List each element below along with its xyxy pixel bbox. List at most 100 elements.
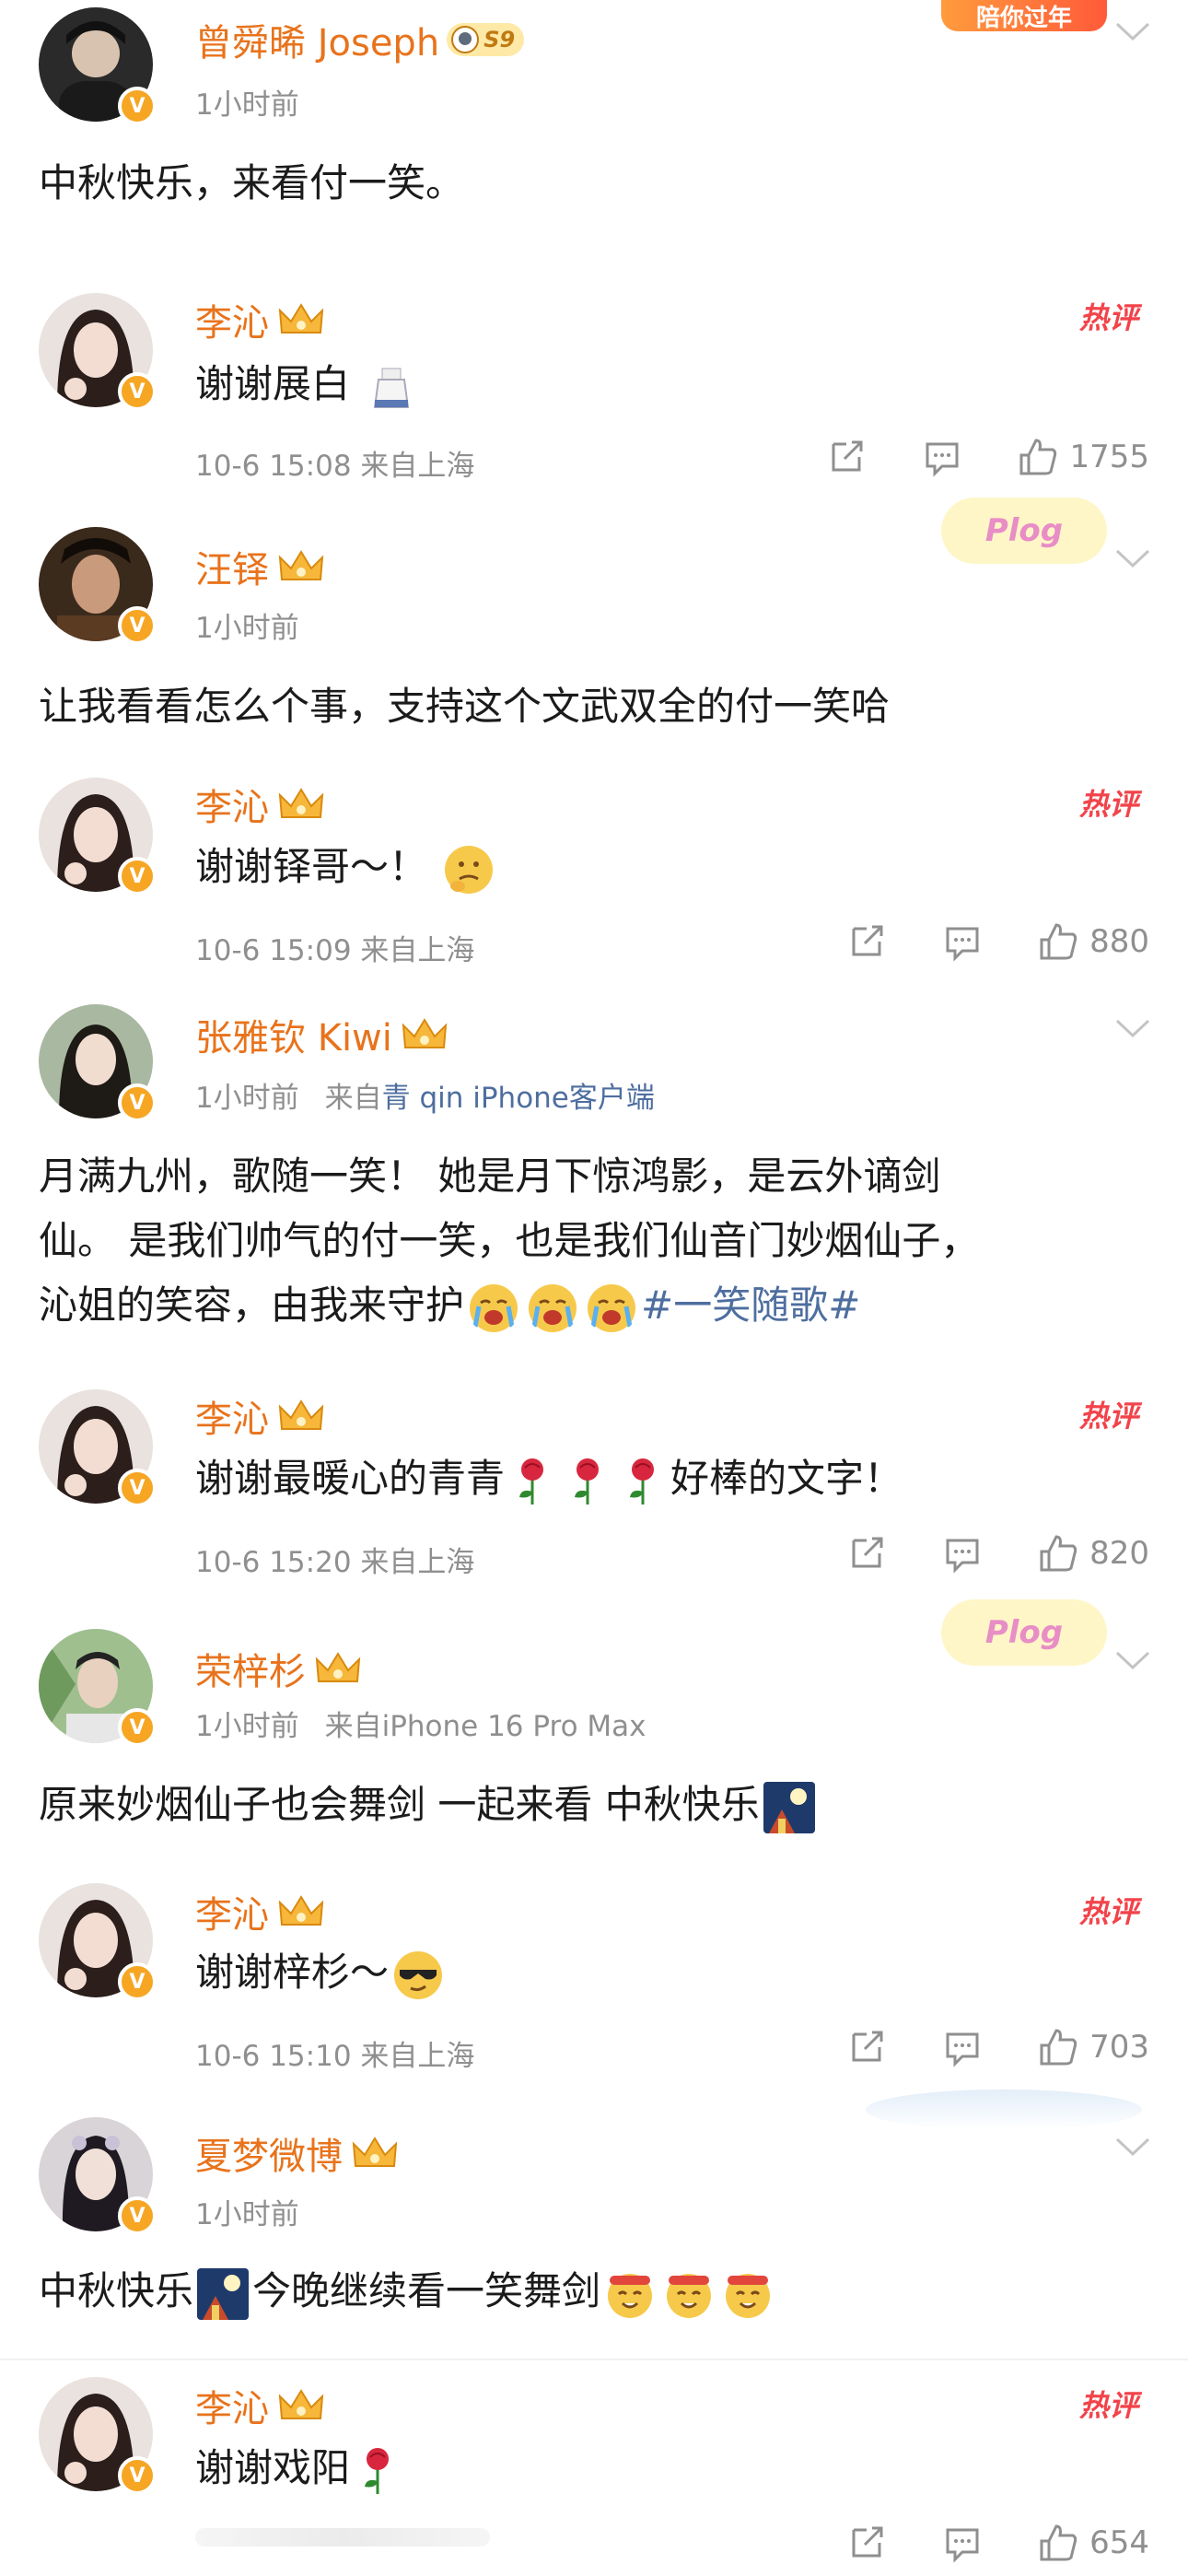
reply-actions: 654 — [846, 2523, 1149, 2563]
rose-icon — [519, 1458, 544, 1505]
commenter-name[interactable]: 曾舜晞 Joseph S9 — [195, 13, 525, 66]
crown-icon — [278, 1895, 324, 1926]
reply-text: 谢谢戏阳 — [195, 2436, 405, 2500]
verified-badge-icon: V — [118, 1469, 157, 1507]
comment-icon[interactable] — [942, 1533, 983, 1574]
comment-text-part-2: 今晚继续看一笑舞剑 — [252, 2268, 601, 2313]
reply-time: 10-6 15:20 来自上海 — [195, 1546, 475, 1579]
plog-decoration: Plog — [941, 498, 1107, 564]
sake-bottle-icon — [374, 368, 410, 408]
like-icon[interactable] — [1038, 921, 1078, 962]
source-prefix: 来自 — [324, 1082, 382, 1115]
reply-text: 谢谢展白 — [195, 352, 421, 416]
source-link[interactable]: 青 qin iPhone客户端 — [382, 1082, 655, 1115]
reply-avatar[interactable]: V — [39, 778, 157, 896]
reply-author-name[interactable]: 李沁 — [195, 1389, 326, 1443]
like-count: 820 — [1089, 1535, 1149, 1572]
commenter-name-text: 张雅钦 Kiwi — [195, 1017, 392, 1060]
comment-icon[interactable] — [942, 921, 983, 962]
avatar[interactable]: V — [39, 1629, 157, 1747]
hashtag-link[interactable]: #一笑随歌# — [641, 1282, 860, 1328]
commenter-name-text: 荣梓杉 — [195, 1651, 306, 1693]
comment-icon[interactable] — [922, 437, 962, 477]
avatar[interactable]: V — [39, 1004, 157, 1122]
reply-author-text: 李沁 — [195, 1894, 269, 1937]
comment-icon[interactable] — [942, 2027, 983, 2067]
reply-avatar[interactable]: V — [39, 2377, 157, 2495]
comment-time: 1小时前 — [195, 1082, 299, 1115]
avatar[interactable]: V — [39, 2117, 157, 2235]
hot-comment-badge: 热评 — [1079, 1894, 1139, 1929]
comment-text-line-2: 仙。 是我们帅气的付一笑，也是我们仙音门妙烟仙子， — [39, 1218, 980, 1263]
comment-icon[interactable] — [942, 2523, 983, 2563]
like-count: 880 — [1089, 923, 1149, 960]
reply-text: 谢谢铎哥～！ — [195, 835, 498, 899]
reply-author-name[interactable]: 李沁 — [195, 2379, 326, 2432]
verified-badge-icon: V — [118, 1962, 157, 2001]
reply-avatar[interactable]: V — [39, 1389, 157, 1507]
reply-author-text: 李沁 — [195, 787, 269, 829]
hot-comment-badge: 热评 — [1079, 2388, 1139, 2423]
comment-time: 1小时前 — [195, 88, 299, 122]
share-icon[interactable] — [846, 2523, 887, 2563]
like-icon[interactable] — [1018, 437, 1058, 477]
chevron-down-icon[interactable] — [1114, 547, 1151, 569]
reply-text-part-2: 好棒的文字！ — [670, 1456, 903, 1501]
reply-actions: 1755 — [826, 437, 1149, 477]
chevron-down-icon[interactable] — [1114, 2136, 1151, 2158]
reply-avatar[interactable]: V — [39, 1883, 157, 2001]
divider — [0, 2359, 1188, 2360]
share-icon[interactable] — [846, 2027, 887, 2067]
crown-icon — [278, 2389, 324, 2419]
verified-badge-icon: V — [118, 606, 157, 645]
comment-text: 让我看看怎么个事，支持这个文武双全的付一笑哈 — [39, 684, 891, 729]
rose-icon — [575, 1458, 600, 1505]
like-icon[interactable] — [1038, 2027, 1078, 2067]
truncated-meta-placeholder — [195, 2528, 490, 2547]
comment-text-line-3: 沁姐的笑容，由我来守护 #一笑随歌# — [39, 1273, 860, 1338]
reply-author-name[interactable]: 李沁 — [195, 293, 326, 346]
sunglasses-face-icon — [394, 1950, 443, 1999]
top-banner-decoration: 陪你过年 — [941, 0, 1107, 32]
reply-time: 10-6 15:10 来自上海 — [195, 2040, 475, 2073]
reply-author-text: 李沁 — [195, 302, 269, 345]
like-icon[interactable] — [1038, 1533, 1078, 1574]
reply-author-text: 李沁 — [195, 1399, 269, 1441]
hot-comment-badge: 热评 — [1079, 787, 1139, 822]
chevron-down-icon[interactable] — [1114, 1017, 1151, 1039]
rose-icon — [365, 2447, 390, 2494]
reply-actions: 820 — [846, 1533, 1149, 1574]
hot-comment-badge: 热评 — [1079, 1399, 1139, 1434]
like-count: 654 — [1089, 2524, 1149, 2561]
reply-author-name[interactable]: 李沁 — [195, 1885, 326, 1938]
commenter-name[interactable]: 汪铎 — [195, 540, 326, 593]
comment-text: 中秋快乐，来看付一笑。 — [39, 160, 465, 205]
reply-actions: 880 — [846, 921, 1149, 962]
reply-avatar[interactable]: V — [39, 293, 157, 411]
commenter-name[interactable]: 夏梦微博 — [195, 2126, 400, 2180]
share-icon[interactable] — [826, 437, 867, 477]
like-icon[interactable] — [1038, 2523, 1078, 2563]
reply-author-name[interactable]: 李沁 — [195, 778, 326, 831]
avatar[interactable]: V — [39, 7, 157, 125]
commenter-name[interactable]: 张雅钦 Kiwi — [195, 1008, 449, 1061]
comment-meta: 1小时前 来自青 qin iPhone客户端 — [195, 1074, 655, 1116]
crying-face-icon — [588, 1283, 636, 1332]
comment-text-line-1: 月满九州，歌随一笑！ 她是月下惊鸿影，是云外谪剑 — [39, 1153, 941, 1199]
chevron-down-icon[interactable] — [1114, 1649, 1151, 1671]
crown-icon — [315, 1652, 361, 1682]
comment-text-content: 原来妙烟仙子也会舞剑 一起来看 中秋快乐 — [39, 1782, 760, 1827]
crown-icon — [278, 550, 324, 580]
avatar[interactable]: V — [39, 527, 157, 645]
share-icon[interactable] — [846, 1533, 887, 1574]
share-icon[interactable] — [846, 921, 887, 962]
commenter-name-text: 夏梦微博 — [195, 2136, 343, 2178]
chevron-down-icon[interactable] — [1114, 20, 1151, 42]
crying-face-icon — [470, 1283, 518, 1332]
comment-text-line-3-content: 沁姐的笑容，由我来守护 — [39, 1282, 465, 1328]
cheering-face-icon — [667, 2273, 712, 2318]
reply-time: 10-6 15:09 来自上海 — [195, 934, 475, 967]
comment-meta: 1小时前 来自iPhone 16 Pro Max — [195, 1703, 646, 1744]
commenter-name[interactable]: 荣梓杉 — [195, 1642, 363, 1695]
comment-text: 中秋快乐 今晚继续看一笑舞剑 — [39, 2259, 777, 2324]
